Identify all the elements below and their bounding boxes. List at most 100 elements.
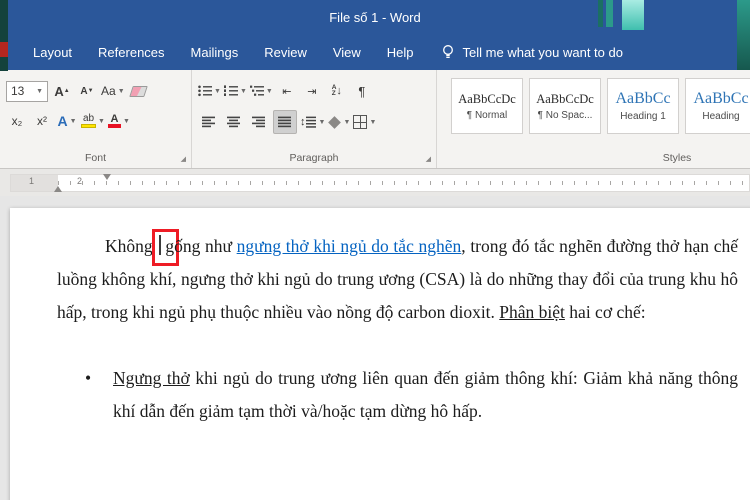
tab-references[interactable]: References (85, 36, 177, 69)
align-right-button[interactable] (248, 111, 270, 133)
align-left-button[interactable] (198, 111, 220, 133)
borders-icon (353, 115, 368, 129)
tab-view[interactable]: View (320, 36, 374, 69)
increase-indent-icon: ⇥ (307, 85, 317, 98)
superscript-button[interactable]: x² (31, 110, 53, 132)
document-page[interactable]: Không gống như ngưng thở khi ngủ do tắc … (10, 208, 750, 500)
style-heading-1[interactable]: AaBbCc Heading 1 (607, 78, 679, 134)
tell-me-box[interactable]: Tell me what you want to do (441, 44, 623, 60)
bullets-icon (198, 85, 212, 97)
lightbulb-icon (442, 45, 453, 58)
show-formatting-marks-button[interactable]: ¶ (351, 80, 373, 102)
first-line-indent-marker[interactable] (103, 174, 111, 184)
change-case-button[interactable]: Aa ▼ (101, 80, 125, 102)
font-group: 13 ▼ A ▲ A ▼ Aa ▼ x₂ x² A ▼ ab ▼ A ▼ Fon… (0, 70, 192, 168)
text-effects-button[interactable]: A ▼ (56, 110, 78, 132)
multilevel-list-button[interactable]: ▼ (249, 80, 273, 102)
desktop-artifact (0, 42, 8, 57)
justify-icon (278, 116, 291, 128)
align-center-button[interactable] (223, 111, 245, 133)
sort-button[interactable]: A Z ↓ (326, 80, 348, 102)
pilcrow-icon: ¶ (358, 83, 366, 99)
shading-button[interactable]: ▼ (328, 111, 350, 133)
text-run: ống như (174, 236, 237, 256)
align-center-icon (227, 116, 240, 128)
paragraph-group-label: Paragraph (289, 152, 339, 164)
borders-button[interactable]: ▼ (353, 111, 376, 133)
font-color-button[interactable]: A ▼ (107, 110, 130, 132)
align-right-icon (252, 116, 265, 128)
style-no-spacing[interactable]: AaBbCcDc ¶ No Spac... (529, 78, 601, 134)
document-area: Không gống như ngưng thở khi ngủ do tắc … (0, 196, 750, 500)
horizontal-ruler[interactable]: 1 2 (10, 174, 750, 192)
styles-group-label: Styles (662, 152, 692, 164)
ruler-zone: 1 2 (0, 169, 750, 196)
underlined-text: Phân biệt (499, 302, 565, 322)
shrink-font-button[interactable]: A ▼ (76, 80, 98, 102)
paint-bucket-icon (328, 115, 342, 129)
subscript-button[interactable]: x₂ (6, 110, 28, 132)
justify-button[interactable] (273, 110, 297, 134)
window-title: File số 1 - Word (329, 9, 421, 25)
bullet-list-item[interactable]: • Ngưng thở khi ngủ do trung ương liên qu… (57, 362, 738, 428)
hyperlink[interactable]: ngưng thở khi ngủ do tắc nghẽn (237, 236, 462, 256)
decrease-indent-button[interactable]: ⇤ (276, 80, 298, 102)
numbering-icon (223, 85, 238, 96)
tab-review[interactable]: Review (251, 36, 320, 69)
ruler-number: 1 (29, 176, 35, 186)
desktop-artifact (622, 0, 644, 30)
boxed-character: g (165, 236, 175, 256)
tab-help[interactable]: Help (374, 36, 427, 69)
style-heading-2[interactable]: AaBbCc Heading (685, 78, 750, 134)
grow-font-button[interactable]: A ▲ (51, 80, 73, 102)
paragraph[interactable]: Không gống như ngưng thở khi ngủ do tắc … (57, 229, 738, 329)
ribbon: 13 ▼ A ▲ A ▼ Aa ▼ x₂ x² A ▼ ab ▼ A ▼ Fon… (0, 70, 750, 169)
increase-indent-button[interactable]: ⇥ (301, 80, 323, 102)
chevron-down-icon: ▼ (36, 87, 43, 95)
lines-icon (305, 116, 316, 128)
highlight-color-button[interactable]: ab ▼ (81, 110, 105, 132)
ruler-margin-area (11, 175, 58, 191)
document-text[interactable]: Không gống như ngưng thở khi ngủ do tắc … (10, 208, 750, 428)
font-dialog-launcher[interactable]: ◢ (181, 156, 186, 163)
multilevel-list-icon (249, 85, 264, 96)
ribbon-tab-bar: Layout References Mailings Review View H… (0, 34, 750, 70)
align-left-icon (202, 116, 215, 128)
desktop-artifact (0, 57, 8, 71)
tab-layout[interactable]: Layout (20, 36, 85, 69)
desktop-artifact (598, 0, 603, 27)
subscript-icon: x₂ (11, 114, 23, 128)
font-color-icon: A (107, 114, 121, 128)
ruler-number: 2 (77, 176, 83, 186)
tell-me-label: Tell me what you want to do (462, 44, 623, 60)
word-window: File số 1 - Word Layout References Maili… (0, 0, 750, 500)
text-run: khi ngủ do trung ương liên quan đến giảm… (113, 368, 738, 421)
text-cursor (159, 235, 162, 255)
styles-group: AaBbCcDc ¶ Normal AaBbCcDc ¶ No Spac... … (437, 70, 750, 168)
decrease-indent-icon: ⇤ (282, 85, 292, 98)
text-run: Không (105, 236, 158, 256)
underlined-text: Ngưng thở (113, 368, 190, 388)
line-spacing-button[interactable]: ↕ ▼ (300, 111, 325, 133)
hanging-indent-marker[interactable] (54, 182, 62, 192)
tab-mailings[interactable]: Mailings (178, 36, 252, 69)
text-run: hai cơ chế: (564, 302, 646, 322)
ruler-ticks (58, 181, 749, 185)
clear-formatting-button[interactable] (128, 80, 150, 102)
font-size-combo[interactable]: 13 ▼ (6, 80, 48, 102)
numbering-button[interactable]: ▼ (223, 80, 247, 102)
paragraph-group: ▼ ▼ ▼ ⇤ ⇥ A Z ↓ ¶ ↕ ▼ ▼ ▼ Paragraph ◢ (192, 70, 437, 168)
desktop-artifact (606, 0, 613, 27)
font-size-value: 13 (11, 84, 25, 98)
text-effects-icon: A (57, 113, 68, 129)
style-normal[interactable]: AaBbCcDc ¶ Normal (451, 78, 523, 134)
font-group-label: Font (84, 152, 106, 164)
superscript-icon: x² (37, 114, 47, 128)
bullets-button[interactable]: ▼ (198, 80, 221, 102)
desktop-artifact (0, 0, 8, 42)
styles-gallery: AaBbCcDc ¶ Normal AaBbCcDc ¶ No Spac... … (451, 78, 750, 134)
bullet-icon: • (85, 368, 92, 388)
paragraph-dialog-launcher[interactable]: ◢ (426, 156, 431, 163)
eraser-icon (129, 85, 148, 97)
highlight-icon: ab (81, 114, 96, 128)
